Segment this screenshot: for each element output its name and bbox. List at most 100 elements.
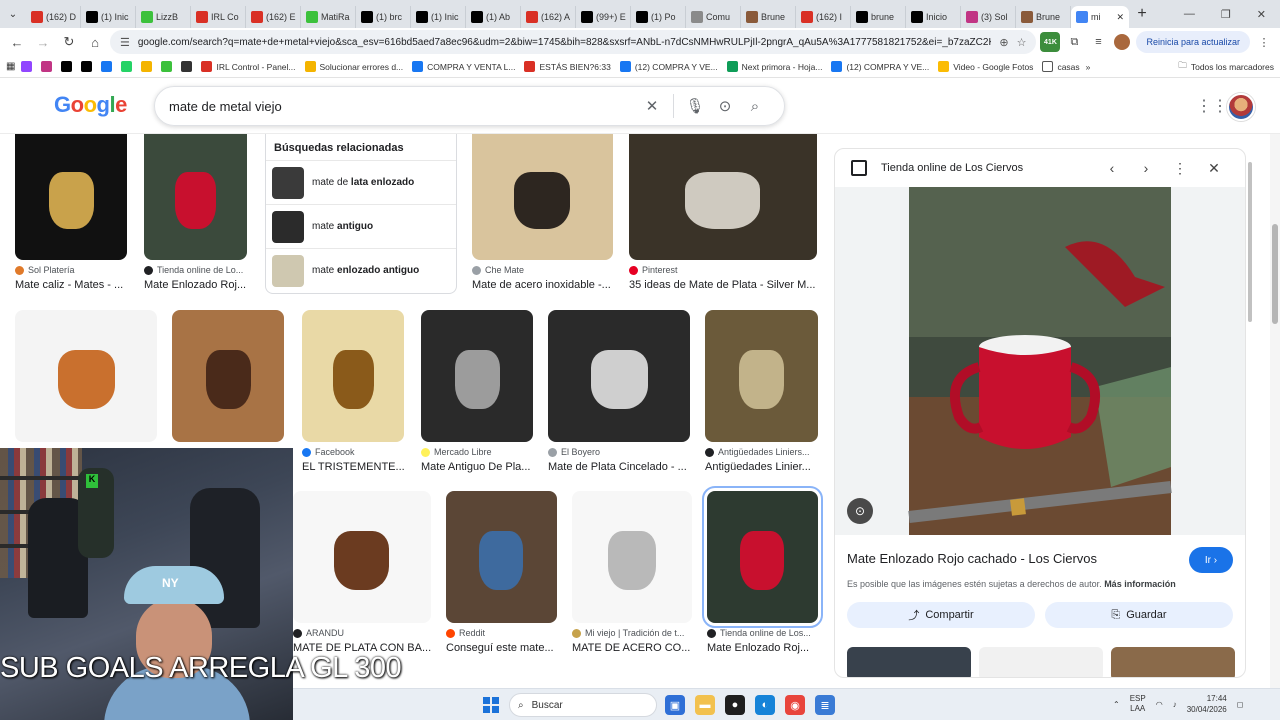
file-explorer-icon[interactable]: ▬ (695, 695, 715, 715)
volume-icon[interactable]: ♪ (1173, 700, 1177, 709)
result-title[interactable]: Antigüedades Linier... (705, 461, 828, 473)
close-panel-icon[interactable]: ✕ (1197, 160, 1231, 177)
related-search-item[interactable]: mate enlozado antiguo (266, 248, 456, 292)
image-result[interactable]: Sol Platería Mate caliz - Mates - ... (15, 134, 127, 294)
related-image-thumb[interactable] (1111, 647, 1235, 677)
result-title[interactable]: 35 ideas de Mate de Plata - Silver M... (629, 279, 828, 291)
bookmark-item[interactable]: casas (1042, 61, 1080, 72)
notifications-icon[interactable]: ◻ (1237, 700, 1244, 709)
related-search-item[interactable]: mate de lata enlozado (266, 160, 456, 204)
reload-icon[interactable]: ↻ (58, 31, 80, 53)
image-result[interactable]: Tienda online de Lo... Mate Enlozado Roj.… (144, 134, 247, 294)
bookmark-item[interactable]: ESTÁS BIEN?6:33 (524, 61, 611, 72)
bookmark-item[interactable]: COMPRA Y VENTA L... (412, 61, 515, 72)
edge-icon[interactable]: ◐ (755, 695, 775, 715)
notepad-icon[interactable]: ≣ (815, 695, 835, 715)
image-thumbnail[interactable] (15, 310, 157, 442)
browser-tab[interactable]: (1) Inic (411, 6, 466, 28)
image-result[interactable]: Tienda online de Los... Mate Enlozado Roj… (702, 486, 823, 657)
browser-tab[interactable]: Inicio (906, 6, 961, 28)
browser-tab[interactable]: Brune (1016, 6, 1071, 28)
result-source[interactable]: El Boyero (548, 447, 702, 457)
new-tab-button[interactable]: + (1129, 5, 1155, 23)
google-logo[interactable]: Google (54, 92, 127, 118)
bookmark-item[interactable] (41, 61, 53, 72)
result-title[interactable]: Mate Antiguo De Pla... (421, 461, 545, 473)
apps-grid-icon[interactable]: ▦ (6, 61, 15, 72)
image-result[interactable]: Reddit Conseguí este mate... (446, 491, 557, 657)
page-scrollbar[interactable] (1270, 134, 1280, 688)
image-thumbnail[interactable] (702, 486, 823, 628)
image-result[interactable]: Che Mate Mate de acero inoxidable -... (472, 134, 613, 294)
avatar[interactable] (1227, 93, 1255, 121)
browser-tab[interactable]: (3) Sol (961, 6, 1016, 28)
bookmark-item[interactable]: IRL Control - Panel... (201, 61, 296, 72)
browser-tab[interactable]: (1) Ab (466, 6, 521, 28)
result-source[interactable]: Mercado Libre (421, 447, 545, 457)
bookmark-item[interactable] (121, 61, 133, 72)
zoom-icon[interactable]: ⊕ (999, 36, 1008, 49)
related-search-item[interactable]: mate antiguo (266, 204, 456, 248)
share-button[interactable]: ⤴ Compartir (847, 602, 1035, 628)
bookmark-item[interactable]: Video - Google Fotos (938, 61, 1033, 72)
bookmark-item[interactable]: (12) COMPRA Y VE... (831, 61, 929, 72)
taskbar-search[interactable]: ⌕ Buscar (509, 693, 657, 717)
image-thumbnail[interactable] (15, 134, 127, 260)
close-window-icon[interactable]: ✕ (1257, 8, 1266, 21)
image-result[interactable]: Pinterest 35 ideas de Mate de Plata - Sil… (629, 134, 817, 294)
result-source[interactable]: ARANDU (293, 628, 443, 638)
result-title[interactable]: MATE DE ACERO CO... (572, 642, 704, 654)
reading-list-icon[interactable]: ≡ (1088, 32, 1108, 52)
forward-icon[interactable]: → (32, 31, 54, 53)
home-icon[interactable]: ⌂ (84, 31, 106, 53)
browser-menu-icon[interactable]: ⋮ (1254, 32, 1274, 52)
back-icon[interactable]: ← (6, 31, 28, 53)
bookmark-star-icon[interactable]: ☆ (1017, 36, 1027, 49)
previous-icon[interactable]: ‹ (1095, 160, 1129, 176)
image-thumbnail[interactable] (172, 310, 284, 442)
site-info-icon[interactable]: ☰ (120, 36, 130, 49)
language-indicator[interactable]: ESP LAA (1130, 694, 1146, 714)
browser-tab[interactable]: Brune (741, 6, 796, 28)
bookmark-item[interactable] (21, 61, 33, 72)
image-thumbnail[interactable] (572, 491, 692, 623)
bookmarks-overflow[interactable]: » (1086, 62, 1091, 72)
result-title[interactable]: Mate Enlozado Roj... (144, 279, 259, 291)
clock[interactable]: 17:44 30/04/2026 (1187, 693, 1227, 715)
bookmark-item[interactable] (61, 61, 73, 72)
camera-lens-icon[interactable]: ⊙ (710, 97, 740, 115)
image-thumbnail[interactable] (705, 310, 818, 442)
search-icon[interactable]: ⌕ (740, 98, 770, 115)
image-thumbnail[interactable] (302, 310, 404, 442)
panel-site-name[interactable]: Tienda online de Los Ciervos (881, 162, 1095, 174)
result-source[interactable]: Antigüedades Liniers... (705, 447, 828, 457)
browser-tab[interactable]: LizzB (136, 6, 191, 28)
result-source[interactable]: Facebook (302, 447, 416, 457)
browser-tab[interactable]: MatiRa (301, 6, 356, 28)
panel-scrollbar[interactable] (1247, 148, 1253, 678)
result-source[interactable]: Tienda online de Los... (707, 628, 828, 638)
close-tab-icon[interactable]: ✕ (1116, 12, 1124, 23)
browser-tab[interactable]: (1) brc (356, 6, 411, 28)
search-input[interactable]: mate de metal viejo (169, 99, 637, 114)
image-result[interactable]: Mi viejo | Tradición de t... MATE DE ACER… (572, 491, 692, 657)
browser-tab[interactable]: (162) D (26, 6, 81, 28)
tray-chevron-icon[interactable]: ⌃ (1113, 700, 1120, 709)
more-info-link[interactable]: Más información (1104, 579, 1176, 589)
lens-search-icon[interactable]: ⊙ (847, 498, 873, 524)
restore-icon[interactable]: ❐ (1221, 8, 1231, 21)
result-source[interactable]: Pinterest (629, 265, 828, 275)
browser-tab[interactable]: Comu (686, 6, 741, 28)
bookmark-item[interactable]: Next primora - Hoja... (726, 61, 822, 72)
task-view-icon[interactable]: ▣ (665, 695, 685, 715)
result-source[interactable]: Sol Platería (15, 265, 139, 275)
result-source[interactable]: Mi viejo | Tradición de t... (572, 628, 704, 638)
browser-tab[interactable]: (162) E (246, 6, 301, 28)
update-button[interactable]: Reinicia para actualizar (1136, 31, 1250, 53)
next-icon[interactable]: › (1129, 160, 1163, 176)
result-title[interactable]: Mate Enlozado Roj... (707, 642, 828, 654)
clear-icon[interactable]: ✕ (637, 97, 667, 115)
search-box[interactable]: mate de metal viejo ✕ 🎙 ⊙ ⌕ (154, 86, 785, 126)
related-image-thumb[interactable] (847, 647, 971, 677)
image-thumbnail[interactable] (472, 134, 613, 260)
